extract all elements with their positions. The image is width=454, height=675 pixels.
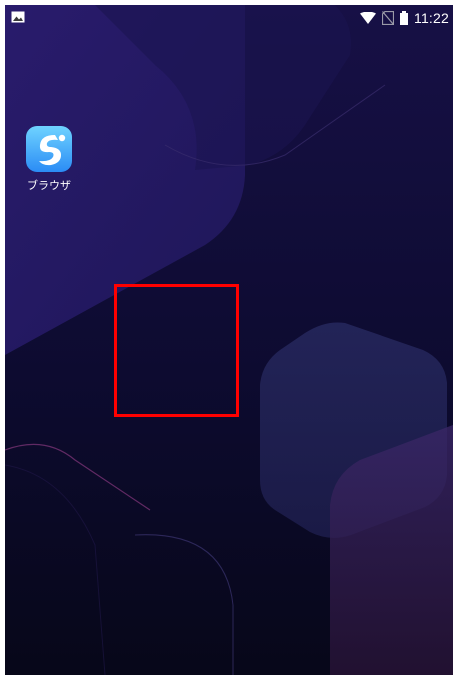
- app-label: ブラウザ: [27, 180, 71, 192]
- highlight-box: [114, 284, 239, 417]
- status-bar: 11:22: [5, 5, 453, 31]
- browser-app-shortcut[interactable]: ブラウザ: [25, 125, 73, 195]
- status-icons: 11:22: [360, 9, 449, 27]
- status-time: 11:22: [414, 10, 449, 26]
- battery-icon: [400, 11, 408, 25]
- no-sim-icon: [382, 11, 394, 25]
- browser-app-icon[interactable]: [25, 125, 73, 173]
- home-screen[interactable]: 11:22 ブラウザ: [5, 5, 453, 675]
- wifi-icon: [360, 12, 376, 24]
- image-notification-icon: [11, 11, 25, 23]
